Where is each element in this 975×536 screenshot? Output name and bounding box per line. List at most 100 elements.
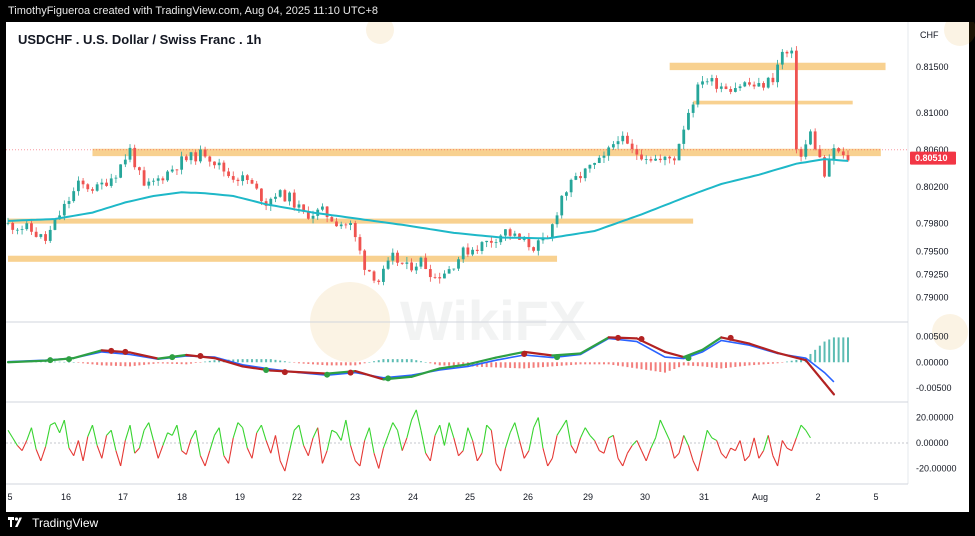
candle-body	[189, 152, 193, 161]
macd-bar	[363, 362, 366, 364]
macd-bar	[368, 362, 371, 363]
macd-bar	[307, 362, 310, 364]
macd-bar	[814, 349, 817, 363]
macd-bar	[344, 362, 347, 366]
candle-body	[672, 158, 676, 161]
macd-bar	[776, 362, 779, 364]
macd-bar	[823, 341, 826, 363]
macd-bar	[509, 362, 512, 368]
time-tick-label: Aug	[752, 492, 768, 502]
candle-body	[236, 179, 240, 182]
candle-body	[785, 51, 789, 54]
macd-bar	[260, 359, 263, 363]
macd-dot	[122, 348, 129, 355]
candle-body	[649, 159, 653, 161]
candle-body	[105, 182, 108, 186]
candle-body	[349, 223, 352, 225]
candle-body	[701, 81, 704, 85]
tradingview-logo-icon	[8, 513, 24, 535]
candle-body	[76, 180, 80, 192]
macd-bar	[269, 359, 272, 363]
candle-body	[428, 269, 432, 278]
macd-bar	[401, 359, 404, 363]
macd-bar	[119, 362, 122, 367]
candle-body	[518, 233, 521, 240]
macd-bar	[335, 362, 338, 366]
macd-dot	[263, 367, 270, 374]
time-tick-label: 16	[61, 492, 71, 502]
candle-body	[710, 78, 714, 82]
candle-body	[574, 176, 578, 180]
candle-body	[142, 170, 146, 186]
macd-bar	[265, 359, 268, 363]
candle-body	[752, 84, 756, 87]
macd-bar	[157, 362, 160, 364]
candle-body	[184, 156, 188, 161]
candle-body	[579, 176, 582, 179]
macd-dot	[281, 369, 288, 376]
candle-body	[255, 183, 259, 189]
macd-bar	[626, 362, 629, 368]
candle-body	[555, 215, 559, 225]
macd-bar	[832, 337, 835, 363]
macd-bar	[771, 362, 774, 364]
candle-body	[311, 215, 315, 219]
macd-bar	[373, 361, 376, 363]
candle-body	[321, 206, 324, 210]
candle-body	[766, 77, 770, 88]
macd-tick-label: 0.00000	[916, 357, 949, 367]
candle-body	[363, 250, 367, 270]
macd-bar	[663, 362, 666, 373]
price-chart[interactable]: WikiFX USDCHF . U.S. Dollar / Swiss Fran…	[0, 22, 975, 512]
macd-bar	[612, 362, 615, 366]
candle-body	[813, 131, 817, 150]
candle-body	[245, 175, 249, 180]
macd-bar	[570, 362, 573, 366]
candle-body	[424, 257, 428, 270]
time-tick-label: 5	[7, 492, 12, 502]
macd-bar	[110, 362, 113, 366]
candle-body	[25, 223, 29, 230]
macd-bar	[574, 362, 577, 365]
candle-body	[278, 190, 282, 197]
macd-bar	[302, 362, 305, 364]
candle-body	[809, 131, 812, 145]
candle-body	[569, 179, 573, 193]
macd-bar	[673, 362, 676, 369]
tradingview-brand: TradingView	[32, 516, 99, 530]
macd-bar	[617, 362, 620, 366]
macd-bar	[649, 362, 652, 371]
macd-bar	[621, 362, 624, 367]
macd-bar	[382, 359, 385, 363]
candle-body	[846, 155, 850, 161]
macd-signal-segment	[6, 359, 47, 364]
macd-bar	[208, 360, 211, 363]
macd-bar	[358, 362, 361, 365]
time-tick-label: 26	[523, 492, 533, 502]
macd-bar	[504, 362, 507, 368]
candle-body	[447, 269, 451, 274]
macd-bar	[551, 362, 554, 367]
price-tick-label: 0.79000	[916, 292, 949, 302]
candle-body	[630, 143, 634, 150]
candle-body	[705, 81, 709, 83]
macd-bar	[349, 362, 352, 366]
macd-bar	[405, 359, 408, 363]
candle-body	[30, 223, 33, 232]
candle-body	[339, 224, 343, 227]
time-tick-label: 31	[699, 492, 709, 502]
macd-bar	[598, 362, 601, 365]
macd-bar	[434, 362, 437, 365]
macd-bar	[424, 362, 427, 363]
macd-bar	[199, 362, 202, 363]
macd-bar	[724, 362, 727, 368]
macd-tick-label: -0.00500	[916, 383, 952, 393]
candle-body	[527, 238, 531, 248]
candle-body	[621, 135, 625, 142]
macd-bar	[631, 362, 634, 368]
macd-bar	[532, 362, 535, 368]
macd-dot	[638, 335, 645, 342]
macd-bar	[297, 362, 300, 364]
macd-bar	[781, 362, 784, 363]
macd-bar	[541, 362, 544, 368]
